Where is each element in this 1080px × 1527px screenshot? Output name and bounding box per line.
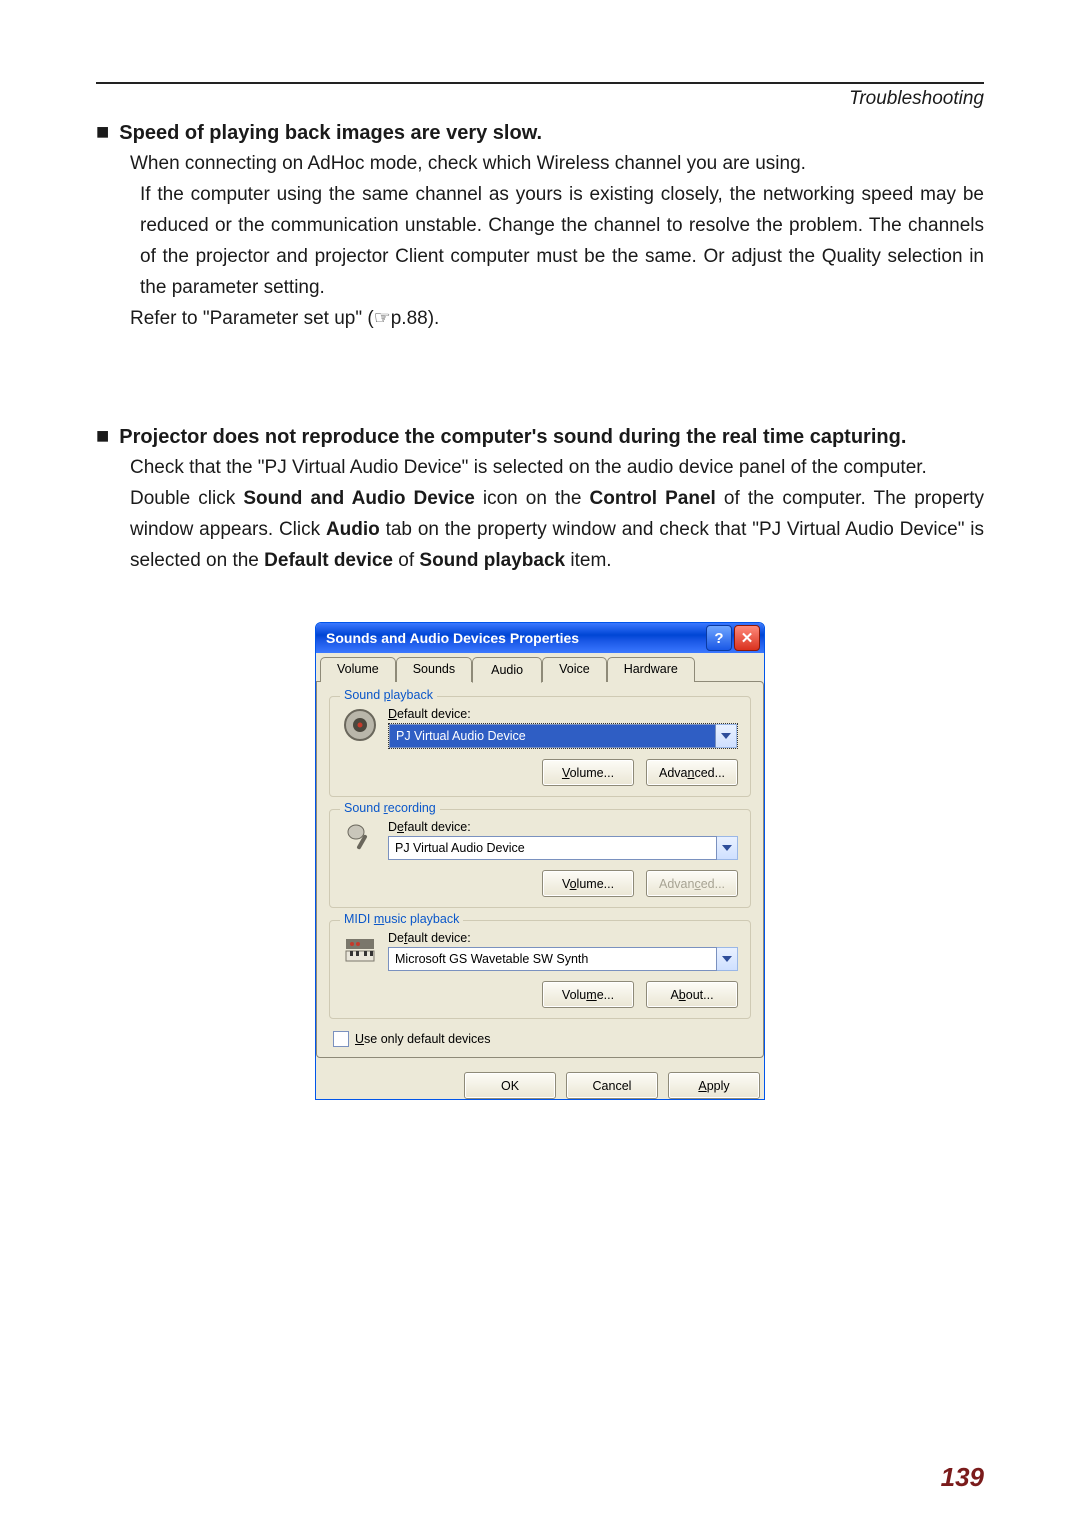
header-rule xyxy=(96,82,984,84)
section-header: Troubleshooting xyxy=(96,88,984,110)
default-device-label: Default device: xyxy=(388,820,738,834)
ok-button[interactable]: OK xyxy=(464,1072,556,1099)
playback-volume-button[interactable]: Volume... xyxy=(542,759,634,786)
bullet-square-icon: ■ xyxy=(96,424,109,448)
group-sound-recording: Sound recording Default device: PJ Virtu… xyxy=(329,809,751,908)
dialog-tabs: Volume Sounds Audio Voice Hardware xyxy=(320,657,760,682)
text-line: When connecting on AdHoc mode, check whi… xyxy=(130,148,984,179)
troubleshooting-item-audio: ■ Projector does not reproduce the compu… xyxy=(96,424,984,1100)
chevron-down-icon[interactable] xyxy=(717,947,738,971)
dialog-figure: Sounds and Audio Devices Properties ? ✕ … xyxy=(96,622,984,1100)
apply-button[interactable]: Apply xyxy=(668,1072,760,1099)
tab-audio[interactable]: Audio xyxy=(472,657,542,683)
page-number: 139 xyxy=(941,1462,984,1493)
item-title: Projector does not reproduce the compute… xyxy=(119,424,906,450)
dialog-pane: Sound playback Default device: PJ Virtua… xyxy=(316,681,764,1058)
dialog-titlebar[interactable]: Sounds and Audio Devices Properties ? ✕ xyxy=(316,623,764,653)
use-default-devices-checkbox[interactable]: Use only default devices xyxy=(333,1031,751,1047)
help-button[interactable]: ? xyxy=(706,625,732,651)
checkbox-label: Use only default devices xyxy=(355,1032,491,1046)
cancel-button[interactable]: Cancel xyxy=(566,1072,658,1099)
playback-advanced-button[interactable]: Advanced... xyxy=(646,759,738,786)
dialog-actions: OK Cancel Apply xyxy=(316,1072,764,1099)
chevron-down-icon[interactable] xyxy=(717,836,738,860)
combo-value: PJ Virtual Audio Device xyxy=(389,724,716,748)
sounds-audio-devices-dialog: Sounds and Audio Devices Properties ? ✕ … xyxy=(315,622,765,1100)
midi-volume-button[interactable]: Volume... xyxy=(542,981,634,1008)
text-line: Refer to "Parameter set up" (☞p.88). xyxy=(130,303,984,334)
close-button[interactable]: ✕ xyxy=(734,625,760,651)
group-legend: Sound playback xyxy=(340,688,437,702)
item-title: Speed of playing back images are very sl… xyxy=(119,120,542,146)
midi-device-combo[interactable]: Microsoft GS Wavetable SW Synth xyxy=(388,947,738,971)
checkbox-icon xyxy=(333,1031,349,1047)
group-sound-playback: Sound playback Default device: PJ Virtua… xyxy=(329,696,751,797)
text-line: If the computer using the same channel a… xyxy=(130,179,984,303)
midi-about-button[interactable]: About... xyxy=(646,981,738,1008)
combo-value: Microsoft GS Wavetable SW Synth xyxy=(388,947,717,971)
playback-device-combo[interactable]: PJ Virtual Audio Device xyxy=(388,723,738,749)
recording-device-combo[interactable]: PJ Virtual Audio Device xyxy=(388,836,738,860)
group-legend: MIDI music playback xyxy=(340,912,463,926)
default-device-label: Default device: xyxy=(388,707,738,721)
group-midi-playback: MIDI music playback xyxy=(329,920,751,1019)
tab-voice[interactable]: Voice xyxy=(542,657,607,682)
text-line: Double click Sound and Audio Device icon… xyxy=(130,483,984,576)
recording-volume-button[interactable]: Volume... xyxy=(542,870,634,897)
microphone-icon xyxy=(342,820,378,856)
item-body: Check that the "PJ Virtual Audio Device"… xyxy=(130,452,984,576)
tab-volume[interactable]: Volume xyxy=(320,657,396,682)
item-body: When connecting on AdHoc mode, check whi… xyxy=(130,148,984,334)
speaker-icon xyxy=(342,707,378,743)
tab-hardware[interactable]: Hardware xyxy=(607,657,695,682)
midi-keyboard-icon xyxy=(342,931,378,967)
text-line: Check that the "PJ Virtual Audio Device"… xyxy=(130,452,984,483)
troubleshooting-item-speed: ■ Speed of playing back images are very … xyxy=(96,120,984,334)
chevron-down-icon[interactable] xyxy=(716,724,737,748)
bullet-square-icon: ■ xyxy=(96,120,109,144)
manual-page: Troubleshooting ■ Speed of playing back … xyxy=(0,0,1080,1527)
combo-value: PJ Virtual Audio Device xyxy=(388,836,717,860)
default-device-label: Default device: xyxy=(388,931,738,945)
tab-sounds[interactable]: Sounds xyxy=(396,657,472,682)
group-legend: Sound recording xyxy=(340,801,440,815)
recording-advanced-button[interactable]: Advanced... xyxy=(646,870,738,897)
dialog-title: Sounds and Audio Devices Properties xyxy=(326,630,704,646)
